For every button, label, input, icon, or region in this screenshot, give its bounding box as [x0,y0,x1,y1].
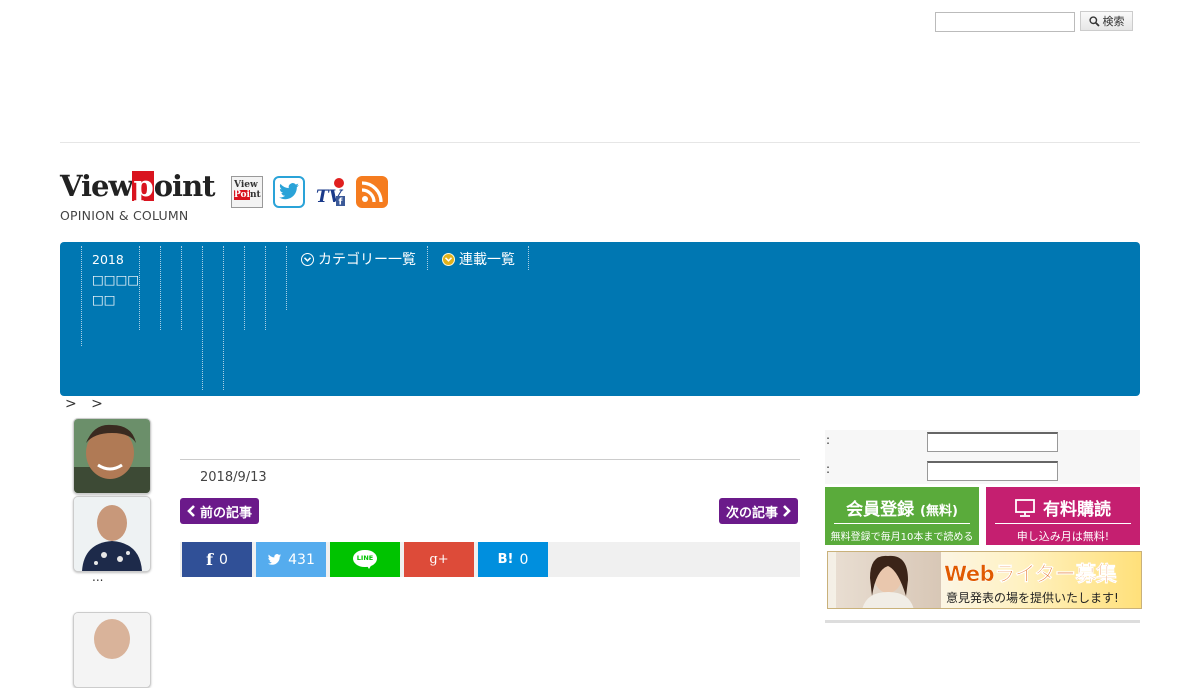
nav-year-sub-1: □□□□ [92,272,140,287]
vp-icon-text-1: View [234,180,258,190]
article-divider [180,459,800,460]
author-photo [74,419,150,493]
author-list-ellipsis: ... [92,570,104,584]
magnifier-icon [1088,15,1100,27]
sidebar-divider [825,620,1140,623]
author-avatar[interactable] [73,418,151,494]
chevron-left-icon [187,505,195,517]
nav-separator [202,246,203,390]
nav-series-label: 連載一覧 [459,252,515,268]
rss-feed-icon [361,181,383,203]
chevron-down-circle-icon [442,252,455,266]
viewpoint-facebook-icon[interactable]: View Point [231,176,263,208]
previous-article-label: 前の記事 [200,505,253,521]
registration-subtitle: 無料登録で毎月10本まで読める [830,532,974,543]
nav-separator [265,246,266,330]
author-photo [74,497,150,571]
facebook-share-button[interactable]: f 0 [182,542,252,577]
registration-title: 会員登録 (無料) [825,495,979,520]
nav-year-sub-2: □□ [92,292,116,307]
subscription-title: 有料購読 [986,495,1140,520]
hatena-bookmark-share-button[interactable]: B! 0 [478,542,548,577]
article-date: 2018/9/13 [200,470,267,485]
author-avatar[interactable] [73,612,151,688]
nav-separator [223,246,224,390]
member-registration-banner[interactable]: 会員登録 (無料) 無料登録で毎月10本まで読める [825,487,979,545]
line-icon-label: LINE [356,553,374,562]
nav-categories-label: カテゴリー一覧 [318,252,416,268]
registration-title-small: (無料) [920,504,958,519]
nav-separator [528,246,529,270]
banner-divider [995,523,1131,524]
line-icon: LINE [353,549,377,570]
facebook-share-count: 0 [218,551,228,568]
hatena-share-count: 0 [519,551,529,568]
nav-item-categories[interactable]: カテゴリー一覧 [301,249,416,269]
twitter-share-count: 431 [288,551,315,568]
search-input[interactable] [935,12,1075,32]
author-photo [74,613,150,687]
next-article-button[interactable]: 次の記事 [719,498,799,524]
nav-item-2018[interactable]: 2018 □□□□ □□ [92,250,139,310]
login-password-field[interactable] [927,461,1058,481]
main-navigation [60,242,1140,396]
hatena-bookmark-icon: B! [497,552,514,567]
viewpoint-tv-icon[interactable]: TV f [314,176,346,208]
chevron-right-icon [783,505,791,517]
logo-text-p: p [132,169,154,203]
logo-wordmark: Viewpoint [60,170,220,202]
twitter-share-button[interactable]: 431 [256,542,326,577]
web-writer-recruitment-banner[interactable]: Webライター募集 意見発表の場を提供いたします! [827,551,1142,609]
line-share-button[interactable]: LINE [330,542,400,577]
logo-text-oint: oint [153,169,216,203]
logo-text-view: View [60,169,133,203]
breadcrumb: > > [65,396,108,412]
nav-separator [160,246,161,330]
facebook-icon: f [206,550,213,569]
nav-separator [181,246,182,330]
next-article-label: 次の記事 [726,505,779,521]
nav-separator [286,246,287,310]
logo-subtitle: OPINION & COLUMN [60,208,189,223]
twitter-icon [268,553,282,565]
svg-text:f: f [339,198,343,208]
search-button-label: 検索 [1102,15,1125,28]
login-id-field[interactable] [927,432,1058,452]
twitter-icon[interactable] [273,176,305,208]
paid-subscription-banner[interactable]: 有料購読 申し込み月は無料! [986,487,1140,545]
writer-banner-photo [836,552,941,608]
nav-year-label: 2018 [92,252,124,267]
header-divider [60,142,1140,143]
google-plus-share-button[interactable]: g+ [404,542,474,577]
viewpoint-logo[interactable]: Viewpoint OPINION & COLUMN [60,170,220,226]
monitor-icon [1015,498,1035,517]
login-label-1: : [826,433,831,447]
subscription-subtitle: 申し込み月は無料! [1016,530,1110,543]
registration-title-main: 会員登録 [846,500,915,520]
twitter-bird-icon [279,183,299,200]
author-avatar[interactable] [73,496,151,572]
google-plus-icon: g+ [429,552,449,567]
chevron-down-circle-icon [301,252,314,266]
nav-item-series[interactable]: 連載一覧 [442,249,515,269]
search-button[interactable]: 検索 [1080,11,1133,31]
vp-icon-text-2: Poi [234,190,250,200]
subscription-title-text: 有料購読 [1043,500,1111,520]
nav-separator [81,246,82,346]
previous-article-button[interactable]: 前の記事 [180,498,260,524]
writer-banner-title: Webライター募集 [944,562,1117,587]
writer-banner-subtitle: 意見発表の場を提供いたします! [946,591,1119,605]
vp-icon-text-3: nt [249,190,261,200]
login-label-2: : [826,462,831,476]
rss-icon[interactable] [356,176,388,208]
nav-separator [427,246,428,270]
nav-separator [244,246,245,330]
banner-divider [834,523,970,524]
tv-logo-icon: TV f [316,178,345,208]
